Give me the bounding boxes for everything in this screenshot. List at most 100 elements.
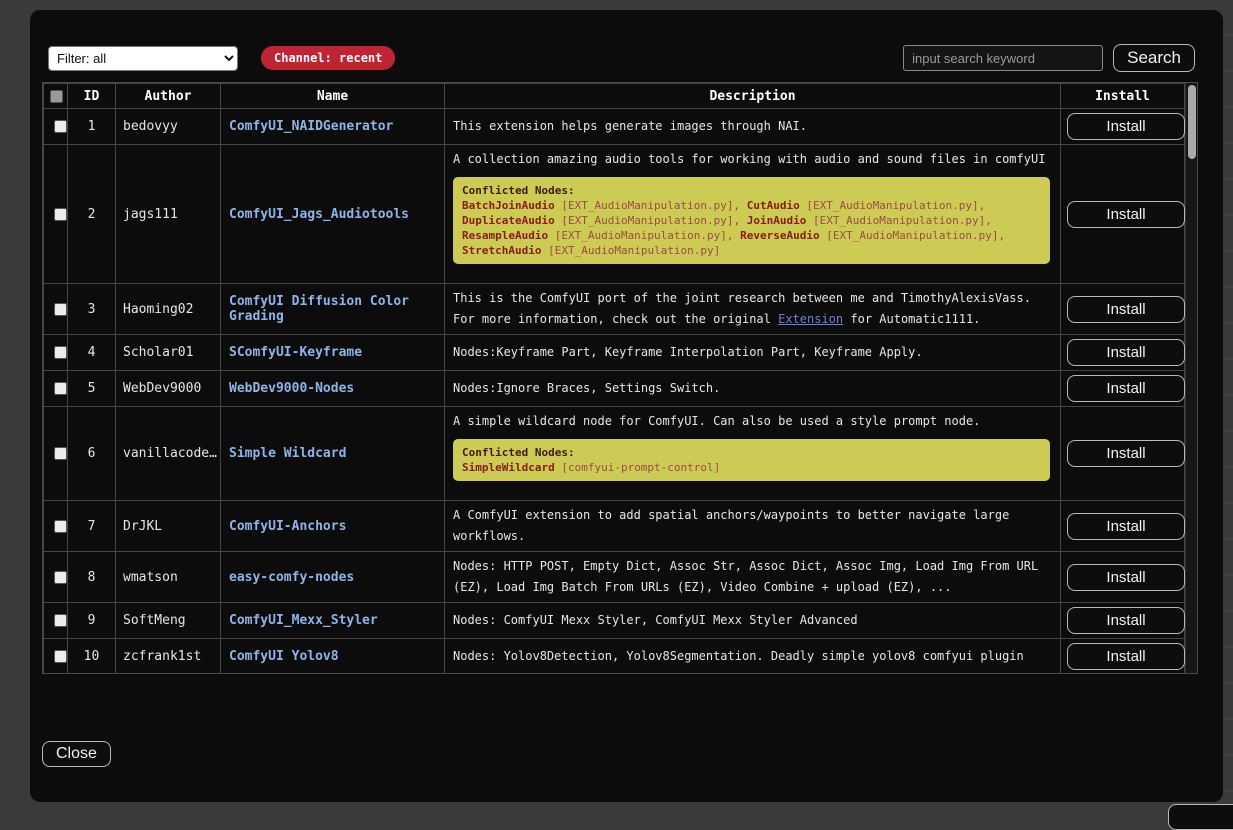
install-button[interactable]: Install	[1067, 339, 1185, 366]
description-text: Nodes: Yolov8Detection, Yolov8Segmentati…	[453, 646, 1052, 667]
row-author: vanillacode…	[116, 407, 221, 501]
select-all-checkbox[interactable]	[50, 90, 63, 103]
search-button[interactable]: Search	[1113, 44, 1195, 72]
row-checkbox[interactable]	[54, 447, 67, 460]
row-checkbox[interactable]	[54, 520, 67, 533]
row-install-cell: Install	[1061, 552, 1185, 603]
extension-name-link[interactable]: ComfyUI_Mexx_Styler	[229, 613, 378, 628]
row-install-cell: Install	[1061, 639, 1185, 675]
extension-name-link[interactable]: ComfyUI Diffusion Color Grading	[229, 294, 409, 324]
install-button[interactable]: Install	[1067, 607, 1185, 634]
extension-name-link[interactable]: ComfyUI Yolov8	[229, 649, 339, 664]
row-description: Nodes:Keyframe Part, Keyframe Interpolat…	[445, 335, 1061, 371]
row-author: Scholar01	[116, 335, 221, 371]
extensions-table: IDAuthorNameDescriptionInstall 1bedovyyC…	[43, 83, 1185, 674]
row-name-cell: ComfyUI Diffusion Color Grading	[221, 284, 445, 335]
table-row: 7DrJKLComfyUI-AnchorsA ComfyUI extension…	[44, 501, 1185, 552]
extension-name-link[interactable]: ComfyUI-Anchors	[229, 519, 346, 534]
row-name-cell: ComfyUI_Mexx_Styler	[221, 603, 445, 639]
row-author: Haoming02	[116, 284, 221, 335]
table-row: 6vanillacode…Simple WildcardA simple wil…	[44, 407, 1185, 501]
description-link[interactable]: Extension	[778, 312, 843, 326]
row-checkbox[interactable]	[54, 382, 67, 395]
extension-name-link[interactable]: WebDev9000-Nodes	[229, 381, 354, 396]
conflict-node-name: CutAudio	[747, 199, 800, 212]
table-row: 2jags111ComfyUI_Jags_AudiotoolsA collect…	[44, 145, 1185, 284]
install-custom-nodes-dialog: Filter: all Channel: recent Search IDAut…	[30, 10, 1223, 802]
row-select-cell	[44, 407, 68, 501]
table-scrollbar[interactable]	[1185, 83, 1197, 673]
row-name-cell: ComfyUI_NAIDGenerator	[221, 109, 445, 145]
row-checkbox[interactable]	[54, 120, 67, 133]
filter-select[interactable]: Filter: all	[48, 46, 238, 71]
row-id: 9	[68, 603, 116, 639]
table-row: 8wmatsoneasy-comfy-nodesNodes: HTTP POST…	[44, 552, 1185, 603]
install-button[interactable]: Install	[1067, 564, 1185, 591]
extensions-table-container: IDAuthorNameDescriptionInstall 1bedovyyC…	[42, 82, 1198, 674]
select-all-cell	[44, 84, 68, 109]
extension-name-link[interactable]: ComfyUI_Jags_Audiotools	[229, 207, 409, 222]
row-id: 5	[68, 371, 116, 407]
table-row: 4Scholar01 SComfyUI-Keyframe Nodes:Keyfram…	[44, 335, 1185, 371]
row-author: DrJKL	[116, 501, 221, 552]
row-author: wmatson	[116, 552, 221, 603]
conflict-node-name: SimpleWildcard	[462, 461, 555, 474]
row-author: WebDev9000	[116, 371, 221, 407]
close-button[interactable]: Close	[42, 741, 111, 767]
row-name-cell: easy-comfy-nodes	[221, 552, 445, 603]
conflict-node-name: ReverseAudio	[740, 229, 819, 242]
row-checkbox[interactable]	[54, 614, 67, 627]
row-checkbox[interactable]	[54, 571, 67, 584]
table-row: 9SoftMengComfyUI_Mexx_StylerNodes: Comfy…	[44, 603, 1185, 639]
row-install-cell: Install	[1061, 603, 1185, 639]
extension-name-link[interactable]: Simple Wildcard	[229, 446, 346, 461]
row-author: zcfrank1st	[116, 639, 221, 675]
row-name-cell: WebDev9000-Nodes	[221, 371, 445, 407]
install-button[interactable]: Install	[1067, 513, 1185, 540]
conflict-node-name: StretchAudio	[462, 244, 541, 257]
row-checkbox[interactable]	[54, 208, 67, 221]
table-row: 5WebDev9000WebDev9000-NodesNodes:Ignore …	[44, 371, 1185, 407]
row-name-cell: Simple Wildcard	[221, 407, 445, 501]
row-install-cell: Install	[1061, 145, 1185, 284]
extension-name-link[interactable]: ComfyUI_NAIDGenerator	[229, 119, 393, 134]
row-install-cell: Install	[1061, 335, 1185, 371]
row-id: 2	[68, 145, 116, 284]
table-scrollbar-thumb[interactable]	[1188, 85, 1196, 159]
conflict-node-name: DuplicateAudio	[462, 214, 555, 227]
table-row: 3Haoming02ComfyUI Diffusion Color Gradin…	[44, 284, 1185, 335]
install-button[interactable]: Install	[1067, 296, 1185, 323]
install-button[interactable]: Install	[1067, 201, 1185, 228]
row-install-cell: Install	[1061, 407, 1185, 501]
row-id: 8	[68, 552, 116, 603]
conflict-node-source: [EXT_AudioManipulation.py]	[548, 229, 727, 242]
extension-name-link[interactable]: SComfyUI-Keyframe	[229, 345, 362, 360]
row-id: 10	[68, 639, 116, 675]
row-checkbox[interactable]	[54, 303, 67, 316]
table-row: 1bedovyyComfyUI_NAIDGeneratorThis extens…	[44, 109, 1185, 145]
row-author: SoftMeng	[116, 603, 221, 639]
conflict-node-source: [EXT_AudioManipulation.py]	[806, 214, 985, 227]
description-text: A collection amazing audio tools for wor…	[453, 149, 1052, 170]
description-text: This is the ComfyUI port of the joint re…	[453, 288, 1052, 330]
extension-name-link[interactable]: easy-comfy-nodes	[229, 570, 354, 585]
row-checkbox[interactable]	[54, 346, 67, 359]
row-id: 4	[68, 335, 116, 371]
install-button[interactable]: Install	[1067, 643, 1185, 670]
row-checkbox[interactable]	[54, 650, 67, 663]
row-description: A ComfyUI extension to add spatial ancho…	[445, 501, 1061, 552]
row-install-cell: Install	[1061, 109, 1185, 145]
conflict-node-source: [EXT_AudioManipulation.py]	[800, 199, 979, 212]
install-button[interactable]: Install	[1067, 440, 1185, 467]
install-button[interactable]: Install	[1067, 375, 1185, 402]
install-button[interactable]: Install	[1067, 113, 1185, 140]
column-header: Install	[1061, 84, 1185, 109]
conflict-node-source: [EXT_AudioManipulation.py]	[820, 229, 999, 242]
row-select-cell	[44, 501, 68, 552]
table-body: 1bedovyyComfyUI_NAIDGeneratorThis extens…	[44, 109, 1185, 675]
column-header: Name	[221, 84, 445, 109]
row-description: A collection amazing audio tools for wor…	[445, 145, 1061, 284]
search-input[interactable]	[903, 45, 1103, 71]
table-head: IDAuthorNameDescriptionInstall	[44, 84, 1185, 109]
row-description: Nodes: Yolov8Detection, Yolov8Segmentati…	[445, 639, 1061, 675]
